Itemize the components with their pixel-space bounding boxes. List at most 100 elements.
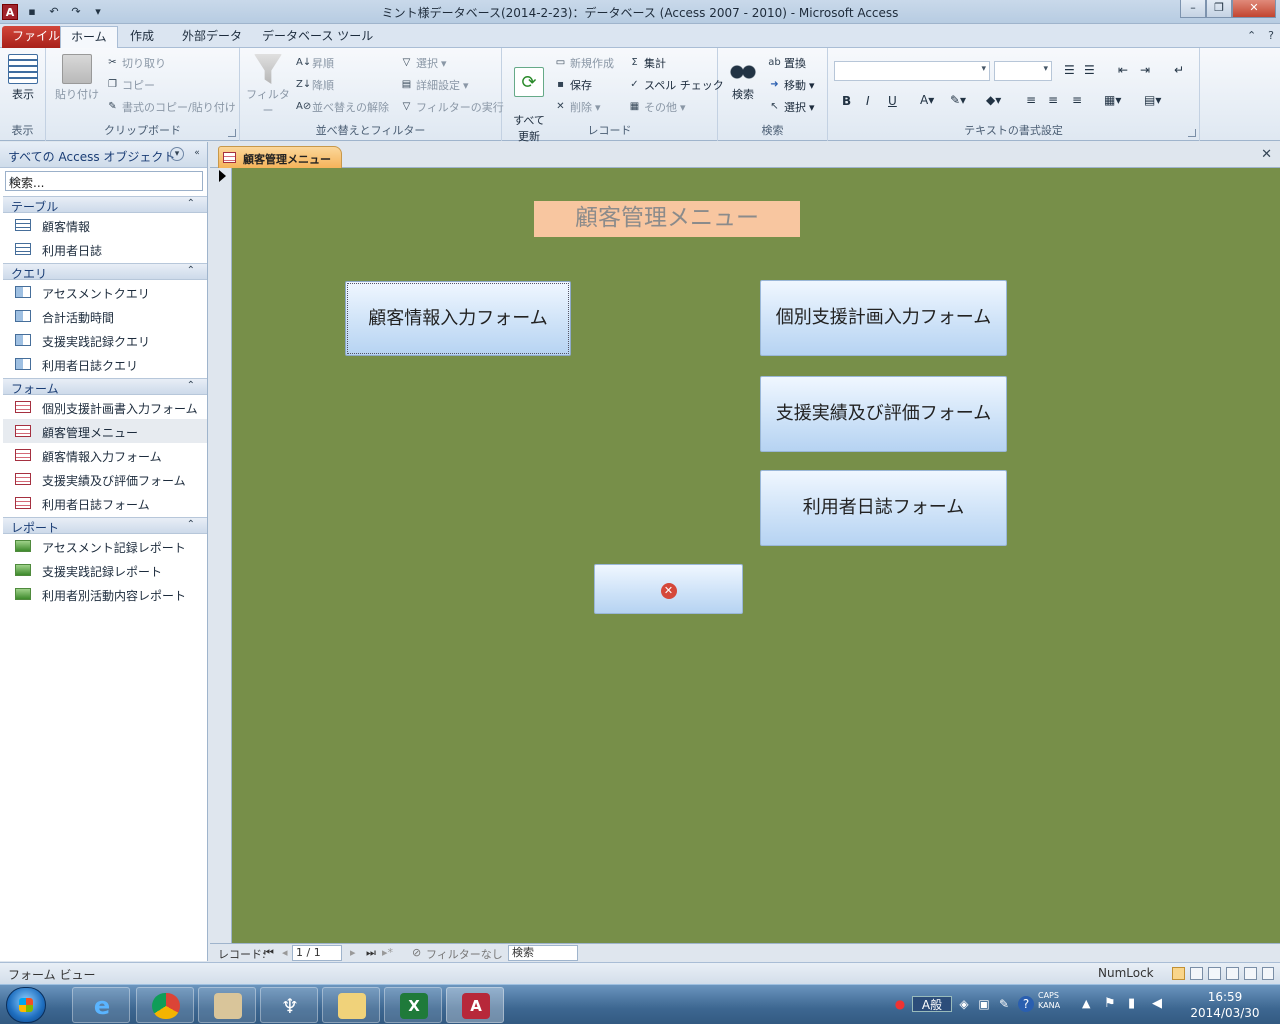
taskbar-ie[interactable]: e — [72, 987, 130, 1023]
next-record-icon[interactable]: ▸ — [350, 946, 356, 959]
align-right-icon[interactable]: ≡ — [1072, 93, 1082, 107]
network-icon[interactable]: ▮ — [1128, 996, 1135, 1011]
first-record-icon[interactable]: ⏮ — [264, 946, 274, 960]
tab-create[interactable]: 作成 — [120, 26, 164, 48]
minimize-button[interactable]: – — [1180, 0, 1206, 18]
tab-external-data[interactable]: 外部データ — [172, 26, 252, 48]
form-view-icon[interactable] — [1172, 967, 1185, 980]
paragraph-icon[interactable]: ↵ — [1174, 63, 1184, 77]
tab-home[interactable]: ホーム — [60, 26, 118, 48]
nav-item-report[interactable]: 支援実践記録レポート — [3, 558, 207, 582]
align-center-icon[interactable]: ≡ — [1048, 93, 1058, 107]
taskbar-chrome[interactable] — [136, 987, 194, 1023]
record-selector[interactable] — [210, 168, 232, 943]
clear-sort-button[interactable]: A⊘ 並べ替えの解除 — [296, 99, 389, 115]
nav-section-tables[interactable]: テーブル ⌃ — [3, 196, 207, 214]
find-button[interactable]: 検索 — [726, 54, 760, 102]
indent-increase-icon[interactable]: ⇥ — [1140, 63, 1150, 77]
indent-decrease-icon[interactable]: ⇤ — [1118, 63, 1128, 77]
italic-button[interactable]: I — [866, 94, 870, 108]
align-left-icon[interactable]: ≡ — [1026, 93, 1036, 107]
format-painter-button[interactable]: ✎ 書式のコピー/貼り付け — [106, 99, 235, 115]
resize-grip-icon[interactable] — [1262, 967, 1274, 980]
search-icon[interactable]: ⌕ — [9, 172, 25, 190]
ime-status-icon[interactable]: ● — [892, 996, 908, 1012]
previous-record-icon[interactable]: ◂ — [282, 946, 288, 959]
design-view-icon[interactable] — [1226, 967, 1239, 980]
nav-item-table[interactable]: 利用者日誌 — [3, 237, 207, 261]
taskbar-excel[interactable]: X — [384, 987, 442, 1023]
close-window-button[interactable]: ✕ — [1232, 0, 1276, 18]
collapse-section-icon[interactable]: ⌃ — [187, 198, 195, 209]
nav-item-form[interactable]: 個別支援計画書入力フォーム — [3, 395, 207, 419]
ime-mode-indicator[interactable]: A般 — [912, 996, 952, 1012]
nav-section-queries[interactable]: クエリ ⌃ — [3, 263, 207, 281]
view-button[interactable]: 表示 — [6, 54, 40, 102]
new-record-nav-icon[interactable]: ▸* — [382, 946, 393, 959]
help-icon[interactable]: ? — [1268, 29, 1274, 42]
taskbar-app[interactable] — [198, 987, 256, 1023]
nav-item-form[interactable]: 利用者日誌フォーム — [3, 491, 207, 515]
nav-item-query[interactable]: 利用者日誌クエリ — [3, 352, 207, 376]
font-name-combo[interactable] — [834, 61, 990, 81]
new-record-button[interactable]: ▭ 新規作成 — [554, 55, 614, 71]
nav-section-forms[interactable]: フォーム ⌃ — [3, 378, 207, 396]
selection-filter-button[interactable]: ▽ 選択 ▾ — [400, 55, 447, 71]
nav-item-query[interactable]: 支援実践記録クエリ — [3, 328, 207, 352]
taskbar-access[interactable]: A — [446, 987, 504, 1023]
nav-section-reports[interactable]: レポート ⌃ — [3, 517, 207, 535]
support-plan-form-button[interactable]: 個別支援計画入力フォーム — [760, 280, 1007, 356]
last-record-icon[interactable]: ⏭ — [366, 946, 376, 960]
replace-button[interactable]: ab 置換 — [768, 55, 806, 71]
record-search-input[interactable]: 検索 — [508, 945, 578, 961]
collapse-section-icon[interactable]: ⌃ — [187, 519, 195, 530]
nav-item-query[interactable]: アセスメントクエリ — [3, 280, 207, 304]
tab-database-tools[interactable]: データベース ツール — [252, 26, 383, 48]
nav-item-table[interactable]: 顧客情報 — [3, 213, 207, 237]
copy-button[interactable]: ❐ コピー — [106, 77, 155, 93]
delete-record-button[interactable]: ✕ 削除 ▾ — [554, 99, 600, 115]
more-button[interactable]: ▦ その他 ▾ — [628, 99, 686, 115]
start-button[interactable] — [6, 987, 46, 1023]
nav-item-report[interactable]: アセスメント記録レポート — [3, 534, 207, 558]
nav-item-report[interactable]: 利用者別活動内容レポート — [3, 582, 207, 606]
fill-color-icon[interactable]: ◆▾ — [986, 93, 1001, 107]
totals-button[interactable]: Σ 集計 — [628, 55, 666, 71]
font-color-icon[interactable]: A▾ — [920, 93, 934, 107]
text-format-launcher-icon[interactable] — [1188, 129, 1196, 137]
numbering-icon[interactable]: ☰ — [1084, 63, 1095, 77]
highlight-icon[interactable]: ✎▾ — [950, 93, 966, 107]
layout-view-icon[interactable] — [1208, 967, 1221, 980]
taskbar-app2[interactable]: ♆ — [260, 987, 318, 1023]
close-document-icon[interactable]: ✕ — [1261, 147, 1272, 162]
nav-item-form[interactable]: 顧客管理メニュー — [3, 419, 207, 443]
bullets-icon[interactable]: ☰ — [1064, 63, 1075, 77]
nav-item-query[interactable]: 合計活動時間 — [3, 304, 207, 328]
show-hidden-icons-icon[interactable]: ▲ — [1082, 997, 1090, 1010]
restore-button[interactable]: ❐ — [1206, 0, 1232, 18]
document-tab[interactable]: 顧客管理メニュー — [218, 146, 342, 168]
font-size-combo[interactable] — [994, 61, 1052, 81]
volume-icon[interactable]: ◀ — [1152, 996, 1162, 1011]
spelling-button[interactable]: ✓ スペル チェック — [628, 77, 723, 93]
datasheet-view-icon[interactable] — [1190, 967, 1203, 980]
alternate-row-color-icon[interactable]: ▤▾ — [1144, 93, 1161, 107]
gridlines-icon[interactable]: ▦▾ — [1104, 93, 1121, 107]
system-clock[interactable]: 16:59 2014/03/30 — [1185, 989, 1265, 1021]
filter-status-label[interactable]: フィルターなし — [426, 946, 503, 962]
support-evaluation-form-button[interactable]: 支援実績及び評価フォーム — [760, 376, 1007, 452]
nav-pane-header[interactable]: すべての Access オブジェクト ▾ « — [0, 142, 207, 168]
underline-button[interactable]: U — [888, 94, 897, 108]
collapse-nav-icon[interactable]: « — [190, 147, 204, 161]
collapse-section-icon[interactable]: ⌃ — [187, 265, 195, 276]
action-center-flag-icon[interactable]: ⚑ — [1104, 996, 1116, 1011]
minimize-ribbon-icon[interactable]: ⌃ — [1247, 29, 1256, 42]
bold-button[interactable]: B — [842, 94, 851, 108]
goto-button[interactable]: ➜ 移動 ▾ — [768, 77, 814, 93]
collapse-section-icon[interactable]: ⌃ — [187, 380, 195, 391]
cut-button[interactable]: ✂ 切り取り — [106, 55, 166, 71]
save-record-button[interactable]: ▪ 保存 — [554, 77, 592, 93]
record-position-input[interactable]: 1 / 1 — [292, 945, 342, 961]
nav-item-form[interactable]: 顧客情報入力フォーム — [3, 443, 207, 467]
user-diary-form-button[interactable]: 利用者日誌フォーム — [760, 470, 1007, 546]
